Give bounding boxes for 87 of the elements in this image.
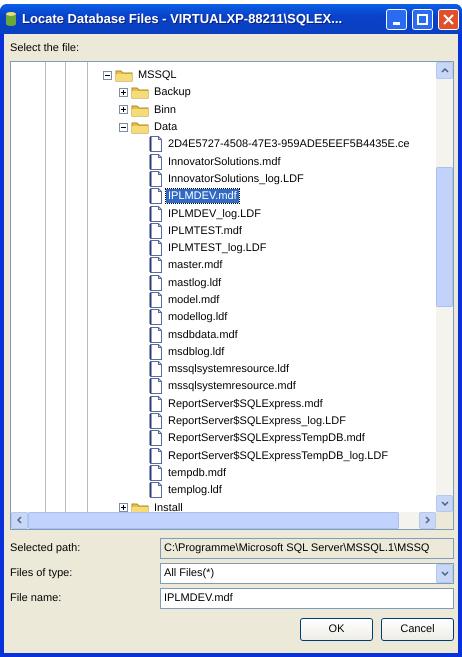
chevron-down-icon [440,570,448,576]
file-icon [149,274,163,291]
app-icon [5,11,17,27]
file-icon [149,222,163,239]
maximize-icon [417,14,428,24]
scrollbar-corner [436,512,453,528]
tree-item[interactable]: Backup [152,85,193,100]
scroll-thumb[interactable] [436,166,453,306]
selected-path-field[interactable]: C:\Programme\Microsoft SQL Server\MSSQL.1\MSSQ [160,538,454,558]
scroll-right-button[interactable] [419,512,436,528]
tree-item[interactable]: tempdb.mdf [166,466,228,480]
tree-item[interactable]: IPLMTEST_log.LDF [166,241,268,256]
file-icon [149,448,163,464]
collapse-icon[interactable] [102,70,112,80]
collapse-icon[interactable] [118,122,128,132]
chevron-right-icon [425,516,430,524]
folder-icon [131,102,149,117]
file-icon [149,344,163,360]
chevron-down-icon [440,500,448,506]
file-icon [149,240,163,256]
vertical-scrollbar[interactable] [436,62,453,512]
tree-item[interactable]: master.mdf [166,258,224,272]
chevron-up-icon [440,68,448,72]
file-icon [149,464,163,481]
tree-item[interactable]: ReportServer$SQLExpressTempDB.mdf [166,431,367,446]
tree-item[interactable]: IPLMDEV_log.LDF [166,206,263,221]
tree-item[interactable]: 2D4E5727-4508-47E3-959ADE5EEF5B4435E.ce [166,137,412,152]
expand-icon[interactable] [118,503,128,512]
folder-icon [131,85,149,100]
field-label: Selected path: [10,540,82,556]
tree-item[interactable]: mssqlsystemresource.mdf [166,379,298,394]
scroll-left-button[interactable] [11,512,28,528]
file-icon [149,326,163,343]
tree-item[interactable]: Install [152,500,185,512]
tree-item[interactable]: ReportServer$SQLExpressTempDB_log.LDF [166,448,390,463]
tree-item[interactable]: msdblog.ldf [166,344,226,359]
expand-icon[interactable] [118,105,128,114]
tree-item[interactable]: MSSQL [136,68,179,82]
tree-item[interactable]: mastlog.ldf [166,276,224,290]
tree-label: Select the file: [10,41,80,56]
file-icon [149,378,163,394]
close-button[interactable] [438,8,459,30]
chevron-left-icon [17,516,22,524]
file-icon [149,430,163,446]
tree-item[interactable]: IPLMTEST.mdf [166,224,244,238]
minimize-icon [393,22,400,24]
file-icon [149,257,163,274]
field-label: Files of type: [10,566,74,581]
tree-item[interactable]: msdbdata.mdf [166,328,240,342]
maximize-button[interactable] [412,8,433,30]
file-icon [149,154,163,170]
ok-button[interactable]: OK [300,618,373,640]
folder-icon [115,68,133,82]
file-icon [149,292,163,308]
file-icon [149,170,163,187]
file-icon [149,361,163,378]
file-type-dropdown[interactable]: All Files(*) [160,562,454,584]
scroll-up-button[interactable] [436,62,453,78]
folder-icon [131,500,149,512]
minimize-button[interactable] [386,8,407,30]
file-name-field[interactable]: IPLMDEV.mdf [160,588,454,608]
window-title: Locate Database Files - VIRTUALXP-88211\SQLEX... [22,10,344,28]
file-icon [149,396,163,412]
file-icon [149,136,163,152]
tree-item[interactable]: mssqlsystemresource.ldf [166,362,292,376]
tree-item[interactable]: InnovatorSolutions.mdf [166,154,283,169]
file-icon [149,413,163,430]
tree-item[interactable]: Data [152,120,180,134]
expand-icon[interactable] [118,88,128,97]
tree-item[interactable]: Binn [152,102,178,117]
tree-item[interactable]: IPLMDEV.mdf [166,189,239,204]
scroll-down-button[interactable] [436,494,453,512]
field-label: File name: [10,590,62,606]
file-icon [149,206,163,222]
cancel-button[interactable]: Cancel [381,618,454,640]
folder-icon [131,120,149,134]
dropdown-button[interactable] [436,564,453,582]
tree-item[interactable]: modellog.ldf [166,310,230,324]
file-icon [149,309,163,326]
tree-item[interactable]: InnovatorSolutions_log.LDF [166,172,306,186]
file-icon [149,482,163,498]
tree-item[interactable]: model.mdf [166,293,222,307]
tree-item[interactable]: templog.ldf [166,483,224,498]
close-icon [443,14,454,24]
tree-item[interactable]: ReportServer$SQLExpress_log.LDF [166,414,348,428]
file-icon [149,188,163,204]
tree-item[interactable]: ReportServer$SQLExpress.mdf [166,396,325,411]
